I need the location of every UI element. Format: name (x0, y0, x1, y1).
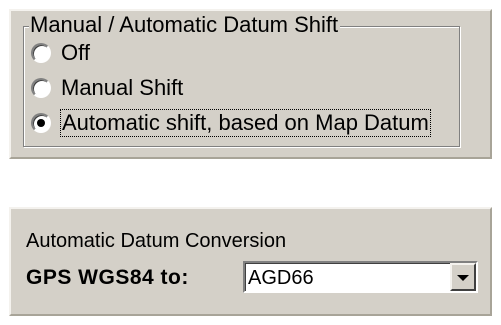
radio-option-off[interactable]: Off (31, 38, 90, 68)
radio-option-manual-shift[interactable]: Manual Shift (31, 73, 183, 103)
datum-conversion-title: Automatic Datum Conversion (26, 230, 287, 252)
gps-wgs84-label: GPS WGS84 to: (26, 266, 189, 289)
radio-button-manual-shift[interactable] (31, 78, 51, 98)
datum-shift-group-title: Manual / Automatic Datum Shift (29, 12, 341, 37)
target-datum-select[interactable]: AGD66 (243, 261, 478, 293)
chevron-down-icon (457, 275, 469, 281)
datum-shift-panel: Manual / Automatic Datum Shift Off Manua… (9, 9, 492, 159)
radio-button-automatic-shift[interactable] (31, 113, 51, 133)
radio-label-off: Off (61, 40, 90, 65)
radio-label-manual-shift: Manual Shift (61, 75, 184, 100)
radio-label-automatic-shift: Automatic shift, based on Map Datum (60, 109, 431, 137)
radio-option-automatic-shift[interactable]: Automatic shift, based on Map Datum (31, 108, 431, 138)
dropdown-button[interactable] (450, 263, 476, 291)
radio-button-off[interactable] (31, 43, 51, 63)
target-datum-value: AGD66 (248, 267, 314, 289)
datum-conversion-panel: Automatic Datum Conversion GPS WGS84 to:… (9, 207, 492, 316)
